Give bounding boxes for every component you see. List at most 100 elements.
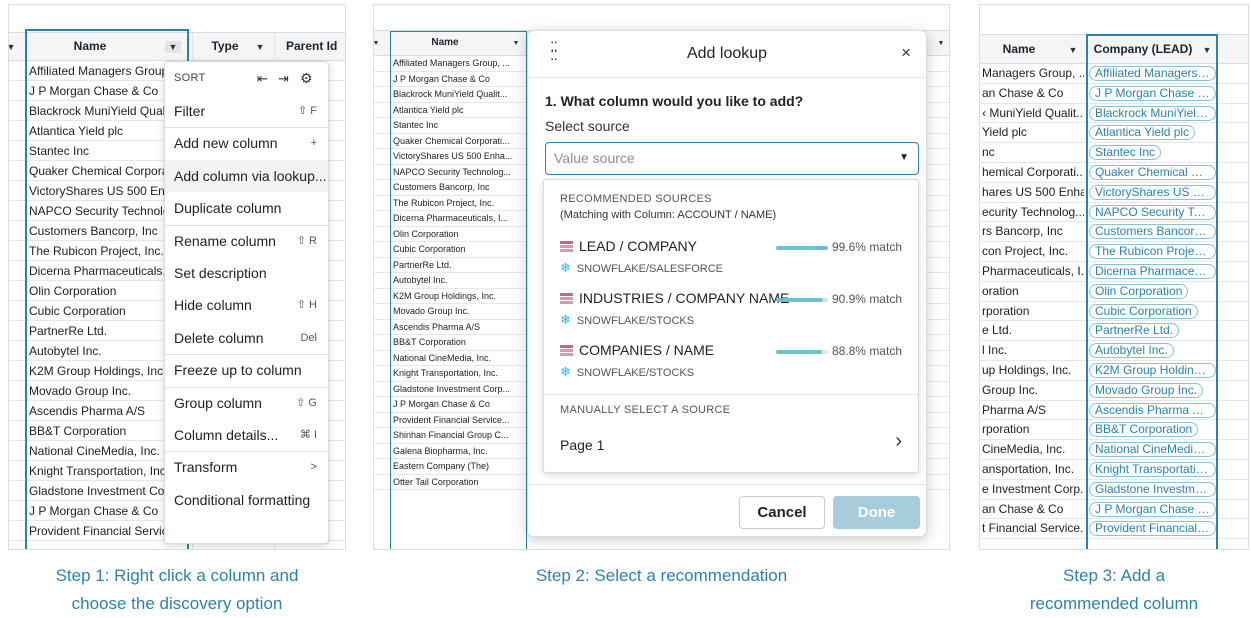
menu-item[interactable]: Freeze up to column — [165, 354, 328, 386]
menu-item-shortcut: ⇧ H — [296, 299, 317, 312]
type-caret-icon[interactable]: ▼ — [253, 33, 267, 60]
value-source-placeholder: Value source — [554, 150, 635, 166]
name-cell[interactable]: CineMedia, Inc. — [982, 440, 1084, 460]
recommended-source[interactable]: INDUSTRIES / COMPANY NAME ❄ SNOWFLAKE/STOC… — [560, 290, 902, 332]
name-cell[interactable]: e Ltd. — [982, 321, 1084, 341]
menu-item[interactable]: Duplicate column — [165, 192, 328, 224]
divider — [528, 484, 926, 485]
source-database: ❄ SNOWFLAKE/SALESFORCE — [560, 260, 723, 276]
sort-label: SORT — [174, 72, 206, 84]
match-bar-fill — [776, 350, 823, 354]
grid-header: ▼ Name ▼ Type ▼ Parent Id — [9, 32, 345, 61]
menu-item-shortcut: ⌘ I — [299, 429, 317, 441]
name-cell[interactable]: up Holdings, Inc. — [982, 361, 1084, 381]
menu-item[interactable]: Rename column ⇧ R — [165, 225, 328, 257]
menu-item[interactable]: Filter ⇧ F — [165, 95, 328, 127]
name-cell[interactable]: an Chase & Co — [982, 500, 1084, 520]
sort-ascending-icon[interactable]: ⇤ — [257, 62, 268, 95]
name-caret-icon[interactable]: ▼ — [1066, 35, 1080, 62]
name-cell[interactable]: Yield plc — [982, 123, 1084, 143]
name-cell[interactable]: l Inc. — [982, 341, 1084, 361]
name-cell[interactable]: rporation — [982, 420, 1084, 440]
name-cell[interactable]: ‹ MuniYield Qualit... — [982, 104, 1084, 124]
done-button[interactable]: Done — [833, 496, 920, 529]
name-cell[interactable]: ecurity Technolog... — [982, 203, 1084, 223]
menu-item-label: Delete column — [174, 329, 264, 346]
name-cell[interactable]: rporation — [982, 302, 1084, 322]
name-cell[interactable]: Managers Group, ... — [982, 64, 1084, 84]
dialog-title: Add lookup — [686, 45, 768, 62]
sort-section: SORT ⇤ ⇥ ⚙ — [165, 62, 328, 95]
header-name[interactable]: Name — [980, 35, 1058, 62]
menu-item-label: Add column via lookup... — [174, 167, 327, 184]
menu-item-label: Duplicate column — [174, 200, 282, 217]
column-caret-icon[interactable]: ▼ — [934, 31, 948, 58]
name-cell[interactable]: rs Bancorp, Inc — [982, 222, 1084, 242]
name-cell[interactable]: Group Inc. — [982, 381, 1084, 401]
chevron-right-icon[interactable]: › — [895, 430, 902, 453]
close-icon[interactable]: × — [901, 43, 911, 63]
name-cell[interactable]: t Financial Service... — [982, 519, 1084, 539]
menu-item[interactable]: Delete column Del — [165, 322, 328, 354]
name-cell[interactable]: e Investment Corp... — [982, 480, 1084, 500]
recommended-source[interactable]: COMPANIES / NAME ❄ SNOWFLAKE/STOCKS 88.8% m… — [560, 342, 902, 384]
table-icon — [560, 241, 573, 252]
name-cell[interactable]: Pharmaceuticals, I... — [982, 262, 1084, 282]
selected-column-outline — [1086, 34, 1218, 549]
page-option[interactable]: Page 1 — [560, 437, 604, 453]
source-name: LEAD / COMPANY — [560, 238, 697, 254]
step2-caption: Step 2: Select a recommendation — [373, 562, 950, 590]
menu-item[interactable]: Add column via lookup... — [165, 159, 328, 192]
manual-header: MANUALLY SELECT A SOURCE — [560, 404, 731, 416]
match-bar — [776, 298, 828, 302]
recommended-source[interactable]: LEAD / COMPANY ❄ SNOWFLAKE/SALESFORCE 99.6%… — [560, 238, 902, 280]
question-label: 1. What column would you like to add? — [545, 93, 804, 109]
name-cell[interactable]: con Project, Inc. — [982, 242, 1084, 262]
name-cell[interactable]: oration — [982, 282, 1084, 302]
selected-column-outline — [390, 31, 527, 549]
menu-item-shortcut: ⇧ G — [296, 396, 317, 409]
match-percent: 99.6% match — [831, 240, 902, 254]
column-caret-icon[interactable]: ▼ — [9, 33, 17, 60]
source-dropdown: RECOMMENDED SOURCES (Matching with Colum… — [543, 179, 919, 473]
match-bar-fill — [776, 298, 824, 302]
name-cell[interactable]: Pharma A/S — [982, 401, 1084, 421]
dropdown-caret-icon: ▼ — [899, 152, 909, 163]
header-name[interactable]: Name — [25, 33, 155, 60]
caption-line: choose the discovery option — [71, 594, 283, 613]
source-database-label: SNOWFLAKE/STOCKS — [576, 367, 695, 379]
menu-item[interactable]: Set description — [165, 257, 328, 289]
name-cell[interactable]: nc — [982, 143, 1084, 163]
step1-caption: Step 1: Right click a column and choose … — [8, 562, 346, 618]
name-cell[interactable]: hares US 500 Enha... — [982, 183, 1084, 203]
name-cell[interactable]: hemical Corporati... — [982, 163, 1084, 183]
step3-panel: Name ▼ Company (LEAD) ▼ Managers Group, … — [979, 4, 1249, 550]
name-cell[interactable]: an Chase & Co — [982, 84, 1084, 104]
menu-item-label: Freeze up to column — [174, 362, 302, 379]
menu-item[interactable]: Transform > — [165, 451, 328, 483]
menu-item[interactable]: Add new column + — [165, 127, 328, 159]
header-type[interactable]: Type — [205, 33, 245, 60]
value-source-select[interactable]: Value source ▼ — [545, 142, 919, 175]
recommended-subtitle: (Matching with Column: ACCOUNT / NAME) — [560, 209, 777, 221]
menu-item-shortcut: + — [310, 137, 317, 150]
header-parent[interactable]: Parent Id — [274, 33, 345, 60]
menu-item-label: Rename column — [174, 232, 276, 249]
menu-item[interactable]: Column details... ⌘ I — [165, 419, 328, 451]
column-caret-icon[interactable]: ▼ — [374, 31, 381, 58]
menu-item-label: Conditional formatting — [174, 491, 311, 508]
add-lookup-dialog: ⁚⁚ ⁚⁚ Add lookup × 1. What column would y… — [527, 30, 927, 537]
sort-descending-icon[interactable]: ⇥ — [278, 62, 289, 95]
source-name: INDUSTRIES / COMPANY NAME — [560, 290, 789, 306]
column-menu-caret-icon[interactable]: ▼ — [161, 33, 185, 60]
name-cell[interactable]: ansportation, Inc. — [982, 460, 1084, 480]
cancel-button[interactable]: Cancel — [739, 496, 825, 529]
step1-panel: ▼ Name ▼ Type ▼ Parent Id Affiliated Man… — [8, 4, 346, 550]
menu-item-label: Add new column — [174, 135, 278, 152]
menu-item[interactable]: Conditional formatting — [165, 484, 328, 516]
divider — [528, 77, 926, 78]
menu-item[interactable]: Group column ⇧ G — [165, 387, 328, 419]
source-database-label: SNOWFLAKE/STOCKS — [576, 315, 695, 327]
menu-item[interactable]: Hide column ⇧ H — [165, 289, 328, 321]
sort-settings-icon[interactable]: ⚙ — [300, 62, 313, 95]
